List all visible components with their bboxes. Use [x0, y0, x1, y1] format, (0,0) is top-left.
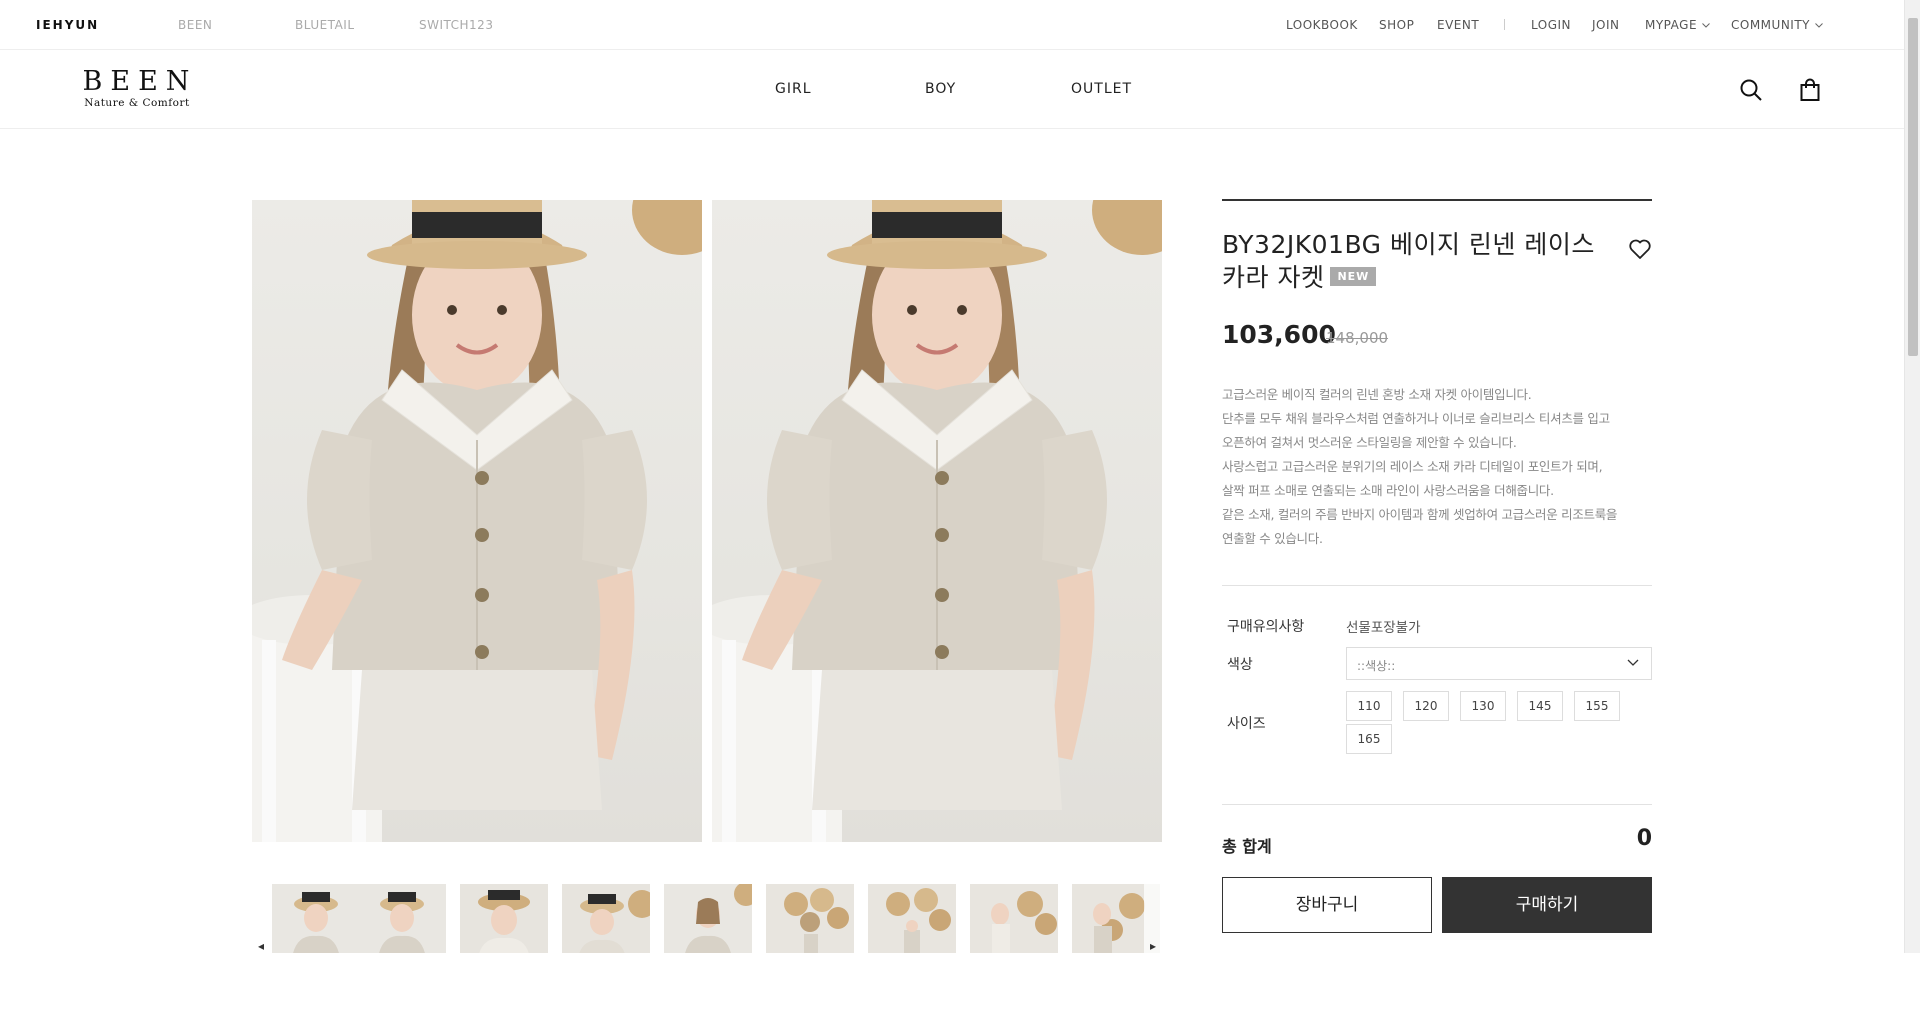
top-link-community[interactable]: COMMUNITY — [1731, 18, 1823, 32]
thumbnail-3[interactable] — [460, 884, 548, 953]
divider — [1222, 804, 1652, 805]
logo-main: BEEN — [82, 66, 198, 97]
sale-price: 103,600 — [1222, 320, 1336, 349]
description-line: 연출할 수 있습니다. — [1222, 531, 1323, 546]
thumbnail-1[interactable] — [272, 884, 360, 953]
brand-link-switch123[interactable]: SWITCH123 — [419, 18, 493, 32]
thumbnail-5[interactable] — [664, 884, 752, 953]
logo-sub: Nature & Comfort — [84, 97, 190, 109]
description-line: 같은 소재, 컬러의 주름 반바지 아이템과 함께 셋업하여 고급스러운 리조트… — [1222, 507, 1618, 522]
product-photo-2[interactable] — [712, 200, 1162, 842]
thumbnail-graphic — [991, 891, 1057, 953]
thumbnail-graphic — [379, 892, 425, 953]
product-description: 고급스러운 베이직 컬러의 린넨 혼방 소재 자켓 아이템입니다. 단추를 모두… — [1222, 383, 1654, 551]
thumbnail-prev-button[interactable]: ◂ — [252, 876, 270, 953]
description-line: 살짝 퍼프 소매로 연출되는 소매 라인이 사랑스러움을 더해줍니다. — [1222, 483, 1554, 498]
thumbnail-2[interactable] — [358, 884, 446, 953]
thumbnail-next-button[interactable]: ▸ — [1144, 876, 1162, 953]
notice-label: 구매유의사항 — [1227, 619, 1305, 635]
product-photo-graphic — [252, 200, 702, 842]
size-option-120[interactable]: 120 — [1403, 691, 1449, 721]
nav-girl[interactable]: GIRL — [775, 81, 812, 97]
top-link-login[interactable]: LOGIN — [1531, 18, 1571, 32]
total-value: 0 — [1636, 826, 1652, 851]
description-line: 단추를 모두 채워 블라우스처럼 연출하거나 이너로 슬리브리스 티셔츠를 입고 — [1222, 411, 1610, 426]
product-photo-1[interactable] — [252, 200, 702, 842]
new-badge: NEW — [1330, 266, 1377, 286]
thumbnail-graphic — [784, 888, 849, 953]
total-label: 총 합계 — [1222, 837, 1272, 856]
heart-icon[interactable] — [1628, 237, 1652, 261]
add-to-cart-button[interactable]: 장바구니 — [1222, 877, 1432, 933]
thumbnail-8[interactable] — [970, 884, 1058, 953]
product-title: BY32JK01BG 베이지 린넨 레이스 카라 자켓 — [1222, 230, 1595, 292]
thumbnail-7[interactable] — [868, 884, 956, 953]
arrow-left-icon: ◂ — [257, 939, 265, 953]
size-option-155[interactable]: 155 — [1574, 691, 1620, 721]
top-divider — [1504, 19, 1505, 30]
brand-link-iehyun[interactable]: IEHYUN — [36, 18, 99, 32]
page-scrollbar[interactable] — [1904, 0, 1920, 953]
brand-link-bluetail[interactable]: BLUETAIL — [295, 18, 355, 32]
notice-value: 선물포장불가 — [1346, 620, 1421, 636]
color-select-value: ::색상:: — [1357, 659, 1396, 673]
nav-boy[interactable]: BOY — [925, 81, 956, 97]
search-icon[interactable] — [1739, 78, 1763, 102]
brand-link-been[interactable]: BEEN — [178, 18, 212, 32]
arrow-right-icon: ▸ — [1149, 939, 1157, 953]
top-link-shop[interactable]: SHOP — [1379, 18, 1414, 32]
community-label: COMMUNITY — [1731, 18, 1810, 32]
original-price: 148,000 — [1326, 329, 1389, 347]
thumbnail-graphic — [886, 888, 951, 953]
top-link-lookbook[interactable]: LOOKBOOK — [1286, 18, 1358, 32]
chevron-down-icon — [1702, 23, 1710, 28]
divider — [1222, 585, 1652, 586]
product-photo-graphic — [712, 200, 1162, 842]
thumbnail-6[interactable] — [766, 884, 854, 953]
size-option-145[interactable]: 145 — [1517, 691, 1563, 721]
nav-outlet[interactable]: OUTLET — [1071, 81, 1132, 97]
top-link-mypage[interactable]: MYPAGE — [1645, 18, 1710, 32]
info-top-line — [1222, 199, 1652, 201]
chevron-down-icon — [1627, 659, 1639, 666]
thumbnail-4[interactable] — [562, 884, 650, 953]
site-logo[interactable]: BEEN Nature & Comfort — [80, 68, 200, 110]
size-option-165[interactable]: 165 — [1346, 724, 1392, 754]
top-link-join[interactable]: JOIN — [1592, 18, 1620, 32]
thumbnail-graphic — [579, 890, 650, 953]
shopping-bag-icon[interactable] — [1798, 78, 1822, 102]
thumbnail-graphic — [293, 892, 339, 953]
product-title-block: BY32JK01BG 베이지 린넨 레이스 카라 자켓 NEW — [1222, 228, 1602, 294]
buy-now-button[interactable]: 구매하기 — [1442, 877, 1652, 933]
chevron-down-icon — [1815, 23, 1823, 28]
main-header: BEEN Nature & Comfort GIRL BOY OUTLET — [0, 51, 1904, 129]
description-line: 사랑스럽고 고급스러운 분위기의 레이스 소재 카라 디테일이 포인트가 되며, — [1222, 459, 1603, 474]
description-line: 오픈하여 걸쳐서 멋스러운 스타일링을 제안할 수 있습니다. — [1222, 435, 1517, 450]
color-select[interactable]: ::색상:: — [1346, 647, 1652, 680]
thumbnail-graphic — [685, 884, 752, 953]
color-label: 색상 — [1227, 657, 1253, 673]
top-link-event[interactable]: EVENT — [1437, 18, 1479, 32]
size-option-110[interactable]: 110 — [1346, 691, 1392, 721]
size-label: 사이즈 — [1227, 716, 1266, 732]
scrollbar-thumb[interactable] — [1908, 18, 1918, 356]
top-bar: IEHYUN BEEN BLUETAIL SWITCH123 LOOKBOOK … — [0, 0, 1904, 50]
thumbnail-graphic — [478, 890, 530, 953]
description-line: 고급스러운 베이직 컬러의 린넨 혼방 소재 자켓 아이템입니다. — [1222, 387, 1532, 402]
thumbnail-strip — [252, 879, 1162, 953]
mypage-label: MYPAGE — [1645, 18, 1698, 32]
size-option-130[interactable]: 130 — [1460, 691, 1506, 721]
